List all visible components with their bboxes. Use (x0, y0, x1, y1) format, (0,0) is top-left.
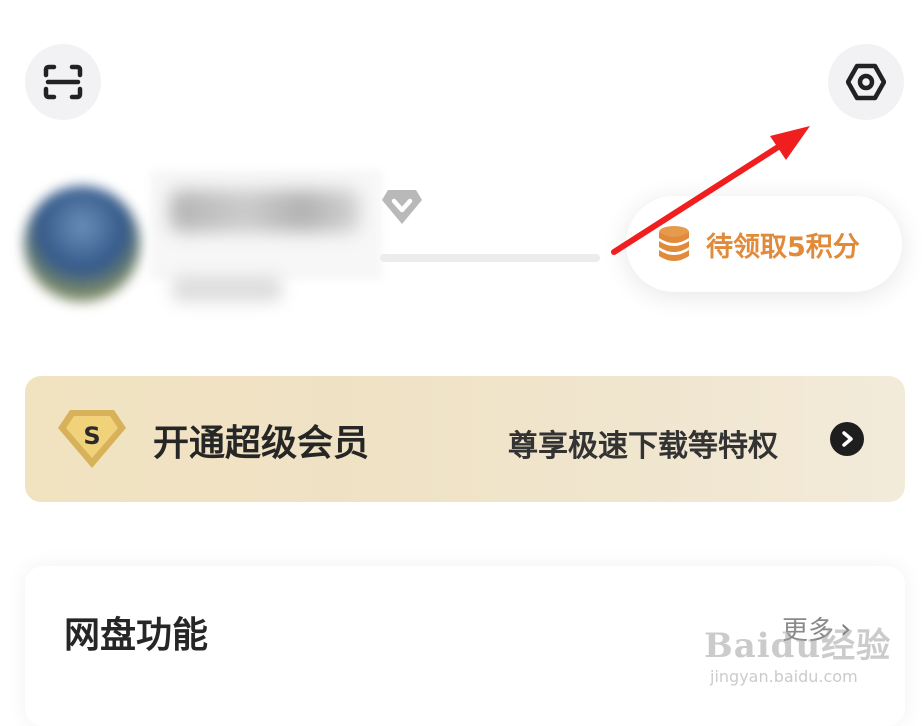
settings-button[interactable] (828, 44, 904, 120)
claim-points-button[interactable]: 待领取5积分 (626, 196, 902, 292)
scan-icon (43, 64, 83, 100)
chevron-right-icon: › (840, 612, 852, 645)
diamond-badge-icon[interactable] (380, 186, 424, 226)
feature-card-title: 网盘功能 (64, 615, 209, 656)
user-id-blurred (172, 276, 282, 302)
vip-banner-title: 开通超级会员 (153, 423, 370, 464)
vip-banner-subtitle: 尊享极速下载等特权 (508, 429, 778, 464)
chevron-right-circle-icon (842, 431, 853, 447)
level-progress-bar (380, 254, 600, 262)
super-vip-s-icon: S (58, 410, 126, 468)
avatar[interactable] (24, 186, 140, 302)
svg-text:S: S (83, 422, 100, 450)
settings-hexagon-icon (846, 63, 886, 101)
scan-button[interactable] (25, 44, 101, 120)
username-blurred[interactable] (170, 190, 360, 232)
more-link[interactable]: 更多 › (782, 610, 851, 647)
claim-points-label: 待领取5积分 (706, 231, 860, 263)
more-label: 更多 (782, 616, 835, 646)
vip-go-button[interactable] (830, 422, 864, 456)
coin-stack-icon (659, 226, 689, 261)
